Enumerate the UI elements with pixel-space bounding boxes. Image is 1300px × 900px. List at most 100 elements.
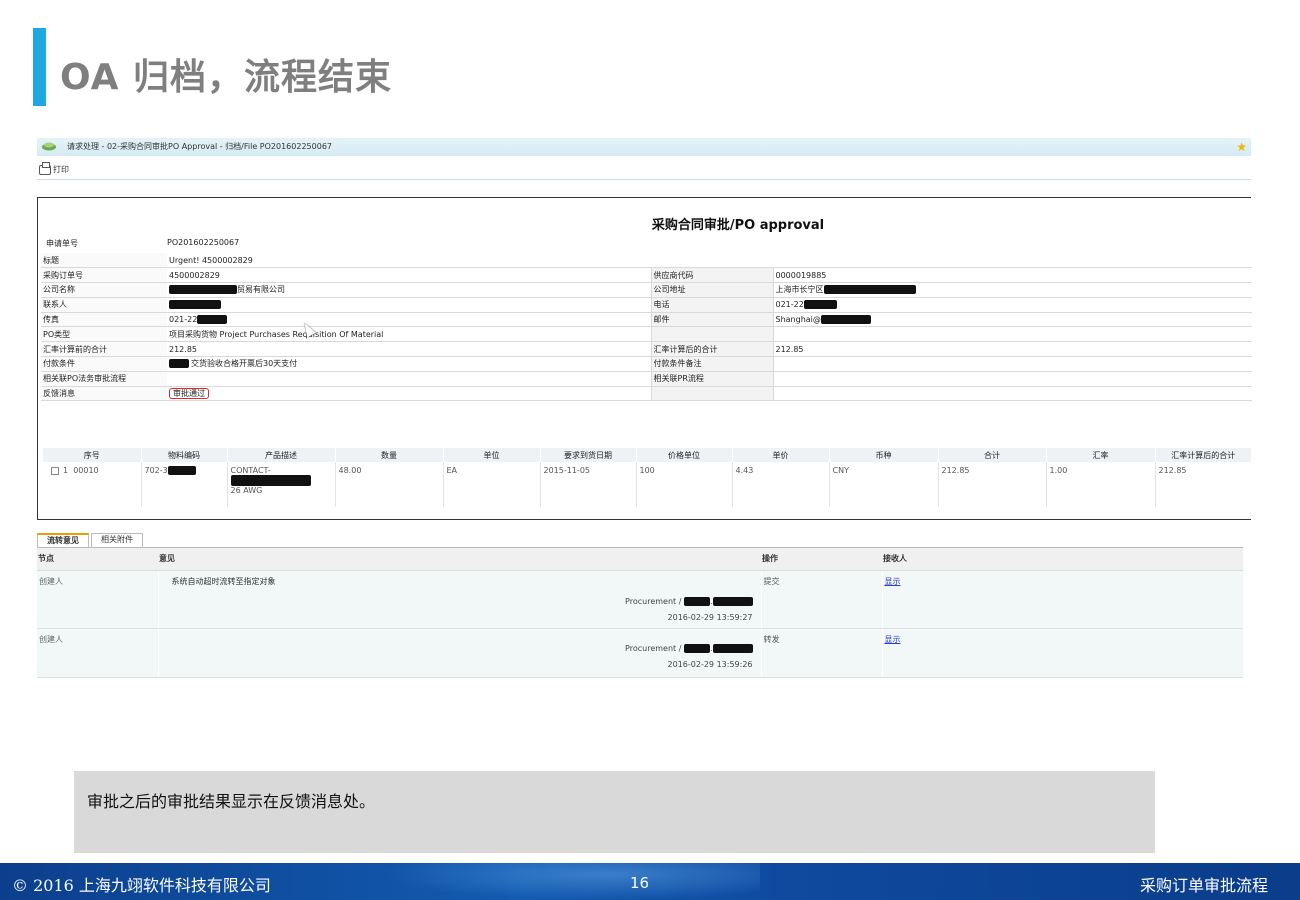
operation-cell: 转发 [760, 628, 882, 678]
field-value-wrap: 贸易有限公司 [167, 282, 651, 298]
column-header: 要求到货日期 [540, 448, 637, 462]
redaction-block [820, 315, 871, 325]
signer-timestamp: 2016-02-29 13:59:27 [667, 612, 753, 622]
field-value: Urgent! 4500002829 [167, 253, 1252, 269]
field-label: 公司地址 [650, 282, 774, 298]
column-header: 意见 [158, 548, 761, 571]
footer-copyright: © 2016 上海九翊软件科技有限公司 [12, 876, 271, 895]
currency-cell: CNY [828, 462, 938, 507]
window-title: 请求处理 - 02-采购合同审批PO Approval - 归档/File PO… [67, 142, 332, 151]
receiver-cell: 显示 [881, 570, 1243, 629]
column-header: 物料编码 [141, 448, 228, 462]
field-value: 项目采购货物 Project Purchases Requisition Of … [167, 326, 651, 343]
material-cell: 702-3 [140, 462, 227, 507]
signer-block: Procurement / . 2016-02-29 13:59:27 [625, 596, 753, 622]
footer-decoration [380, 863, 760, 900]
field-label: PO类型 [41, 326, 167, 343]
node-cell: 创建人 [37, 570, 158, 629]
column-header: 币种 [829, 448, 939, 462]
print-button[interactable]: 打印 [39, 160, 69, 180]
operation-cell: 提交 [760, 570, 882, 629]
company-name-value: 贸易有限公司 [237, 285, 285, 295]
request-number-row: 申请单号 PO201602250067 [46, 238, 1246, 250]
field-value-wrap [167, 297, 651, 313]
redaction-block [683, 643, 710, 653]
field-value[interactable] [167, 371, 651, 387]
redaction-block [712, 643, 753, 653]
field-label: 采购订单号 [41, 267, 167, 284]
redaction-block [230, 475, 311, 486]
column-header: 数量 [335, 448, 444, 462]
printer-icon [39, 162, 51, 175]
favorite-star-icon[interactable]: ★ [1236, 139, 1247, 155]
field-label: 汇率计算前的合计 [41, 341, 167, 358]
seq-cell: 1 00010 [43, 462, 141, 507]
field-value: 212.85 [167, 341, 651, 358]
row-checkbox[interactable] [51, 466, 59, 475]
redaction-block [197, 315, 228, 325]
table-row: 创建人 系统自动超时流转至指定对象 Procurement / . 2016-0… [37, 570, 1243, 629]
info-row-related: 相关联PO法务审批流程 相关联PR流程 [41, 371, 1252, 387]
total-after-cell: 212.85 [1154, 462, 1252, 507]
field-label: 标题 [41, 253, 167, 269]
desc-cell: CONTACT- 26 AWG [226, 462, 335, 507]
field-label: 供应商代码 [650, 267, 774, 284]
field-label [650, 386, 774, 402]
qty-cell: 48.00 [334, 462, 443, 507]
phone-value: 021-22 [775, 300, 804, 310]
redaction-block [823, 285, 916, 295]
line-items-table: 序号 物料编码 产品描述 数量 单位 要求到货日期 价格单位 单价 币种 合计 … [43, 448, 1252, 507]
show-receiver-link[interactable]: 显示 [885, 635, 901, 644]
payment-terms-value: 交货验收合格开票后30天支付 [191, 359, 298, 369]
tab-attachments[interactable]: 相关附件 [91, 533, 143, 547]
line-number: 00010 [73, 466, 99, 475]
window-header: 请求处理 - 02-采购合同审批PO Approval - 归档/File PO… [37, 138, 1251, 156]
info-row-company: 公司名称 贸易有限公司 公司地址 上海市长宁区 [41, 282, 1252, 298]
redaction-block [712, 596, 753, 606]
redaction-block [169, 359, 189, 369]
show-receiver-link[interactable]: 显示 [885, 577, 901, 586]
field-value [773, 386, 1252, 402]
opinion-text: 系统自动超时流转至指定对象 [171, 576, 276, 586]
receiver-cell: 显示 [881, 628, 1243, 678]
slide-footer: © 2016 上海九翊软件科技有限公司 16 采购订单审批流程 [0, 863, 1300, 900]
column-header: 单价 [732, 448, 830, 462]
request-number-label: 申请单号 [46, 239, 78, 248]
slide-title: OA 归档，流程结束 [60, 57, 393, 98]
items-header-row: 序号 物料编码 产品描述 数量 单位 要求到货日期 价格单位 单价 币种 合计 … [43, 448, 1252, 462]
field-value: 0000019885 [773, 267, 1252, 284]
signer-block: Procurement / . 2016-02-29 13:59:26 [625, 643, 753, 669]
po-info-table: 标题 Urgent! 4500002829 采购订单号 4500002829 供… [41, 253, 1252, 402]
field-value-wrap: 021-22 [167, 312, 651, 328]
column-header: 合计 [938, 448, 1047, 462]
total-cell: 212.85 [937, 462, 1046, 507]
field-label: 付款条件备注 [650, 356, 774, 372]
field-value-wrap: Shanghai@ [773, 312, 1252, 328]
info-row-contact: 联系人 电话 021-22 [41, 297, 1252, 313]
field-label: 电话 [650, 297, 774, 313]
info-row-po-number: 采购订单号 4500002829 供应商代码 0000019885 [41, 267, 1252, 284]
field-label: 汇率计算后的合计 [650, 341, 774, 358]
column-header: 汇率 [1046, 448, 1156, 462]
field-label: 付款条件 [41, 356, 167, 372]
redaction-block [169, 285, 237, 295]
signer-dept: Procurement / [625, 596, 682, 606]
column-header: 序号 [43, 448, 142, 462]
info-row-fax: 传真 021-22 邮件 Shanghai@ [41, 312, 1252, 328]
column-header: 节点 [37, 548, 158, 571]
info-row-totals: 汇率计算前的合计 212.85 汇率计算后的合计 212.85 [41, 341, 1252, 358]
field-value [773, 326, 1252, 343]
field-label [650, 326, 774, 343]
field-label: 联系人 [41, 297, 167, 313]
tab-flow-opinions[interactable]: 流转意见 [37, 533, 89, 547]
column-header: 汇率计算后的合计 [1155, 448, 1252, 462]
seq-number: 1 [63, 466, 69, 475]
page-number: 16 [630, 874, 650, 892]
info-row-feedback: 反馈消息 审批通过 [41, 386, 1252, 402]
field-value[interactable] [773, 371, 1252, 387]
field-value-wrap: 021-22 [773, 297, 1252, 313]
unit-cell: EA [442, 462, 540, 507]
po-form-panel: 采购合同审批/PO approval 申请单号 PO201602250067 标… [37, 197, 1252, 520]
note-box: 审批之后的审批结果显示在反馈消息处。 [74, 771, 1155, 853]
column-header: 价格单位 [636, 448, 733, 462]
